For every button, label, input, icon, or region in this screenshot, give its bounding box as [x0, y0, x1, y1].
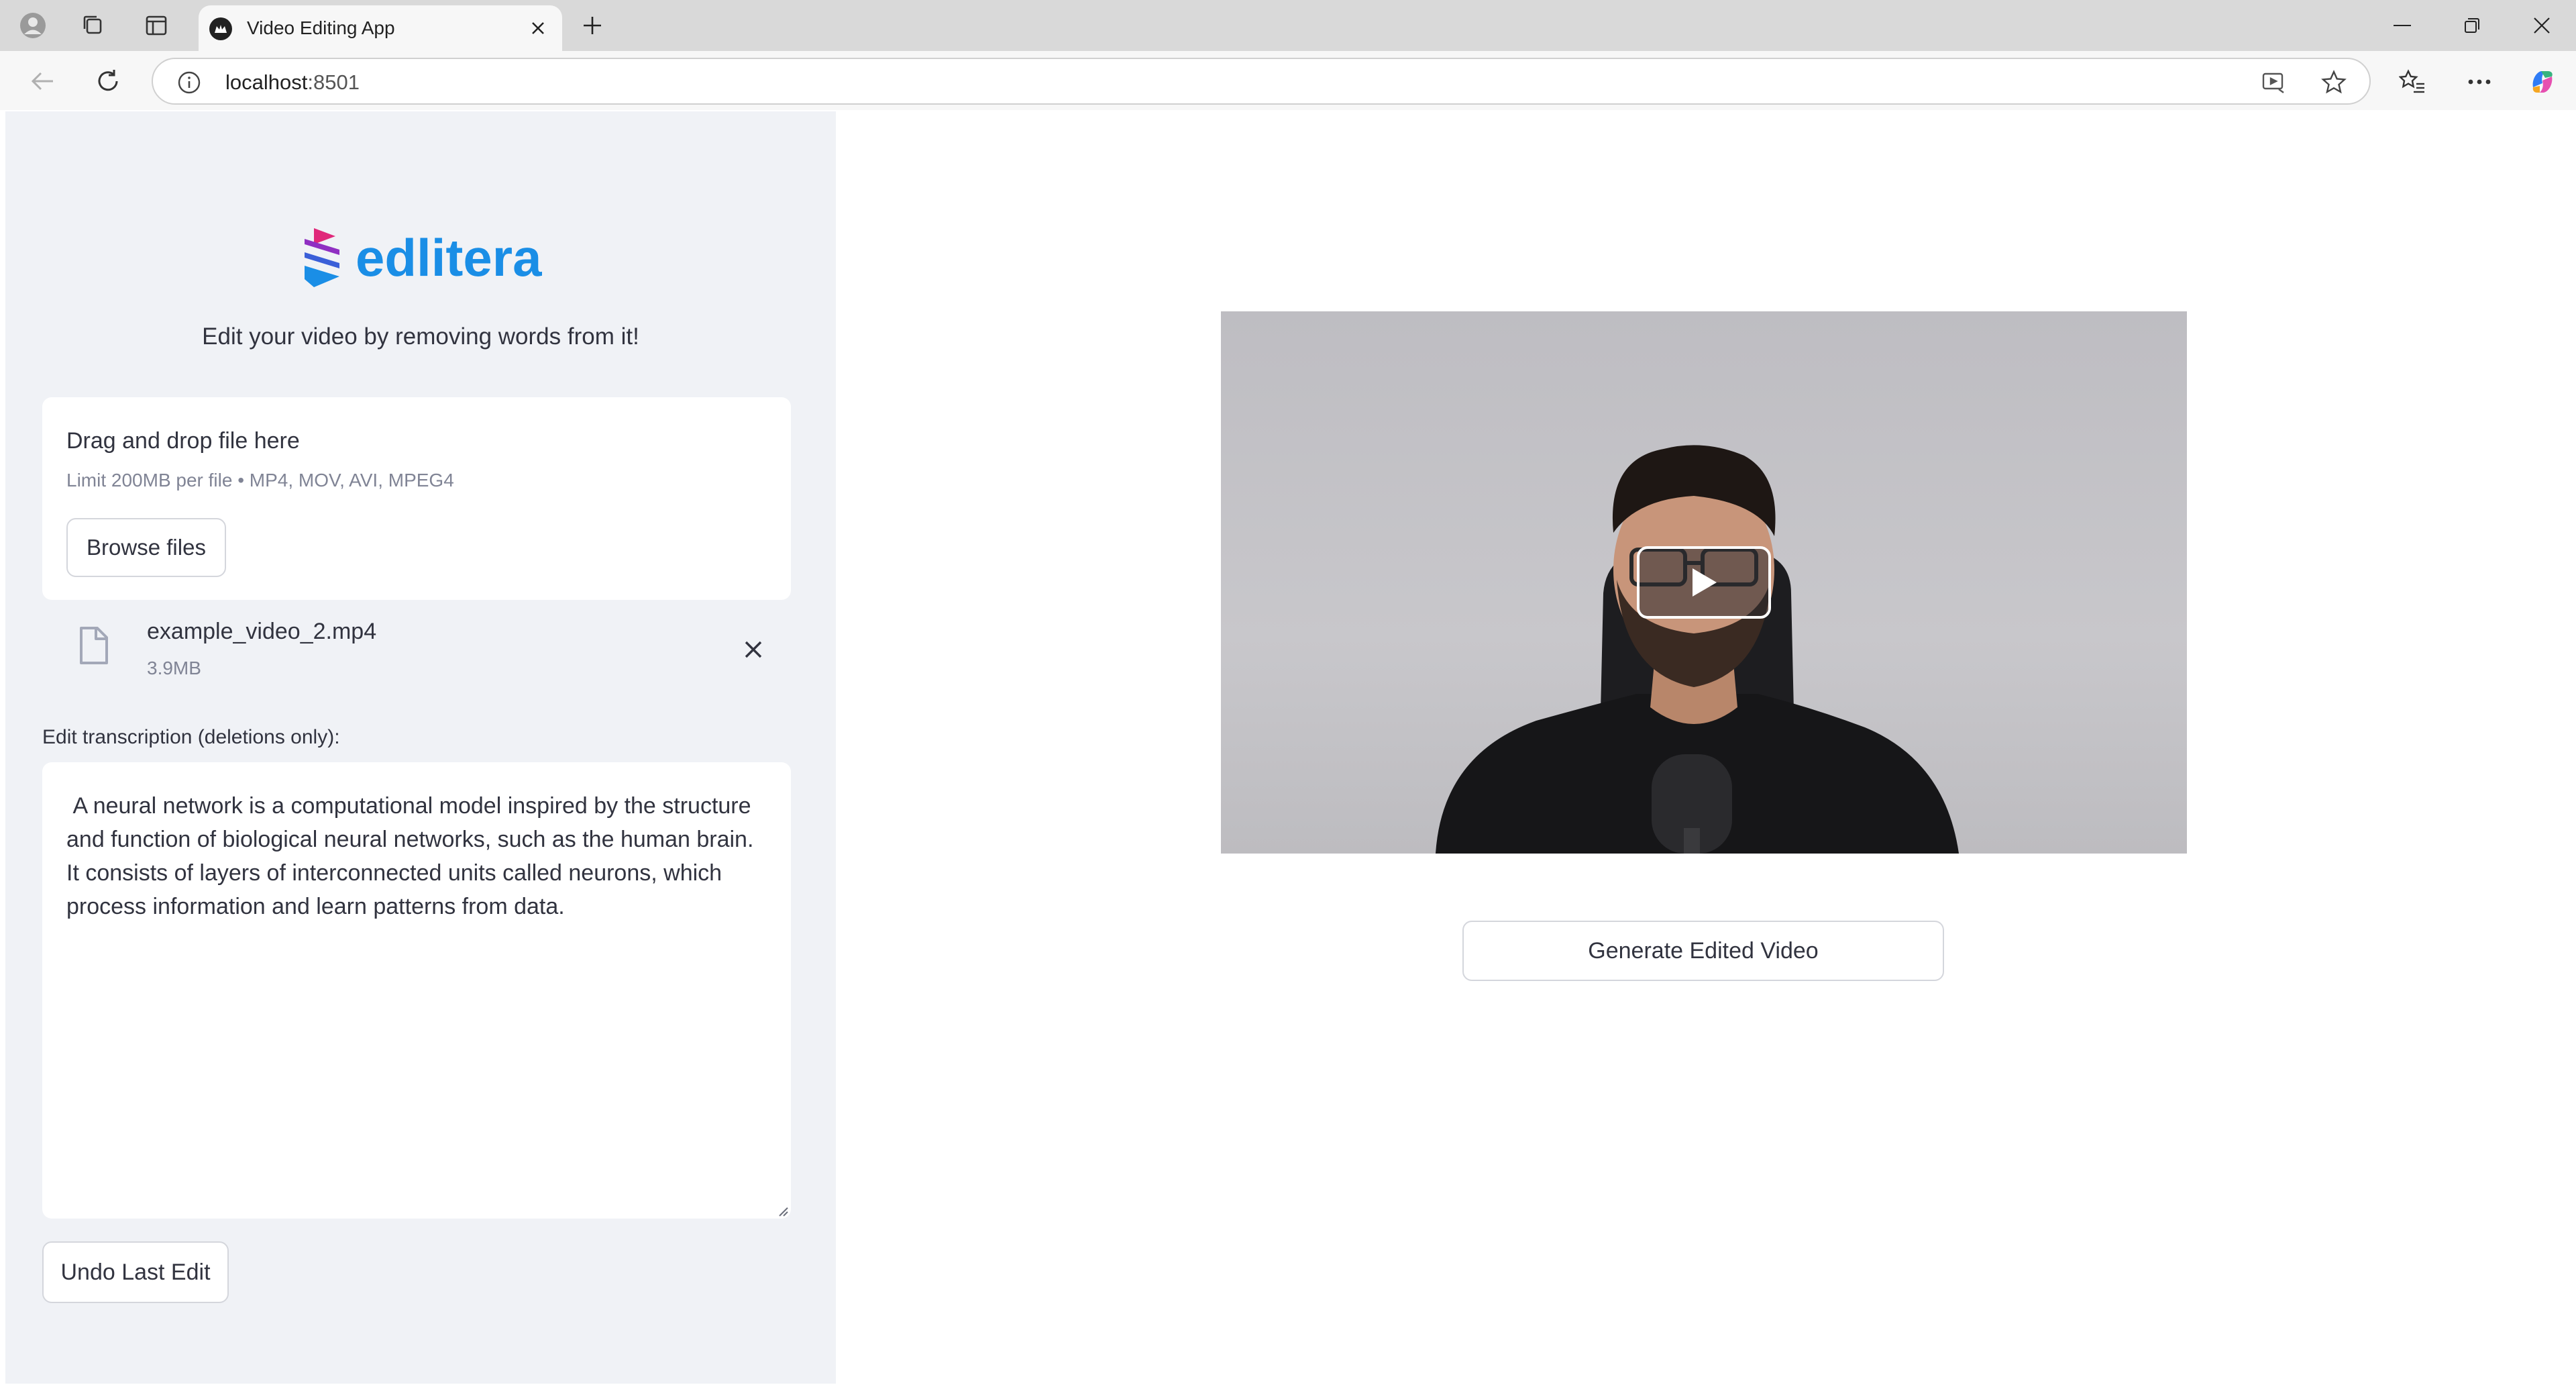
reload-icon[interactable]	[90, 63, 126, 99]
video-player[interactable]	[1221, 311, 2187, 854]
close-window-icon[interactable]	[2518, 7, 2565, 44]
favorites-icon[interactable]	[2395, 64, 2430, 99]
resize-handle-icon[interactable]	[777, 1205, 789, 1217]
profile-icon[interactable]	[16, 9, 50, 42]
file-icon	[80, 627, 108, 664]
uploaded-file-item: example_video_2.mp4 3.9MB	[42, 616, 791, 694]
close-tab-icon[interactable]	[525, 15, 551, 42]
edlitera-logo: edlitera	[301, 225, 541, 290]
generate-edited-video-button[interactable]: Generate Edited Video	[1462, 921, 1944, 981]
new-tab-icon[interactable]	[576, 9, 609, 42]
browse-files-button[interactable]: Browse files	[66, 518, 226, 577]
browser-toolbar: localhost:8501	[0, 51, 2576, 110]
uploaded-file-name: example_video_2.mp4	[147, 619, 377, 644]
collections-icon[interactable]	[76, 9, 110, 42]
uploaded-file-size: 3.9MB	[147, 658, 201, 678]
edlitera-logo-icon	[305, 228, 339, 287]
favorite-star-icon[interactable]	[2317, 66, 2351, 99]
copilot-icon[interactable]	[2525, 64, 2560, 99]
streamlit-favicon-icon	[209, 17, 232, 40]
sidebar: edlitera Edit your video by removing wor…	[5, 111, 836, 1384]
transcription-label: Edit transcription (deletions only):	[42, 726, 340, 748]
app-tagline: Edit your video by removing words from i…	[202, 323, 639, 350]
play-icon[interactable]	[1637, 546, 1771, 619]
tab-actions-icon[interactable]	[140, 9, 173, 42]
undo-last-edit-button[interactable]: Undo Last Edit	[42, 1241, 229, 1303]
minimize-icon[interactable]	[2379, 7, 2426, 44]
browser-tab-bar: Video Editing App	[0, 0, 2576, 51]
dropzone-limit-text: Limit 200MB per file • MP4, MOV, AVI, MP…	[66, 470, 454, 491]
site-info-icon[interactable]	[177, 70, 201, 95]
tab-video-editing-app[interactable]: Video Editing App	[199, 5, 562, 51]
app-available-icon[interactable]	[2257, 66, 2290, 99]
url-text: localhost:8501	[225, 70, 360, 94]
file-uploader-dropzone[interactable]: Drag and drop file here Limit 200MB per …	[42, 397, 791, 600]
transcription-textarea[interactable]: A neural network is a computational mode…	[42, 762, 791, 1219]
remove-file-icon[interactable]	[736, 632, 771, 667]
more-menu-icon[interactable]	[2462, 64, 2497, 99]
back-icon[interactable]	[24, 63, 60, 99]
dropzone-title: Drag and drop file here	[66, 428, 300, 454]
tab-title: Video Editing App	[247, 17, 395, 38]
logo-wordmark: edlitera	[356, 227, 542, 287]
app-page: edlitera Edit your video by removing wor…	[5, 111, 2571, 1384]
address-bar[interactable]: localhost:8501	[152, 58, 2371, 105]
restore-icon[interactable]	[2449, 7, 2496, 44]
